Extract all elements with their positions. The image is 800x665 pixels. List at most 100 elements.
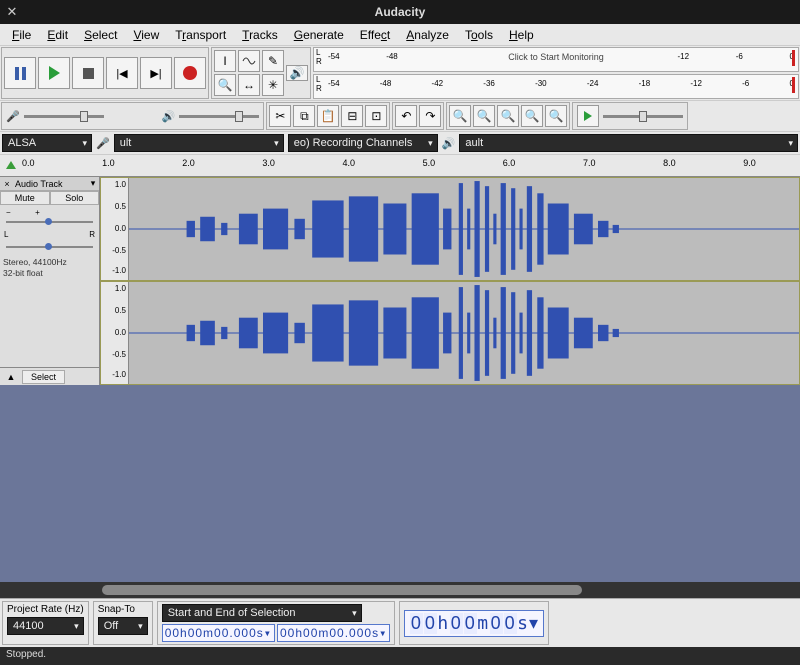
zoom-in-button[interactable]: 🔍 xyxy=(449,105,471,127)
track-name[interactable]: Audio Track xyxy=(13,179,88,189)
pin-icon[interactable] xyxy=(0,155,22,176)
undo-button[interactable]: ↶ xyxy=(395,105,417,127)
toolbar-row-1: |◀ ▶| I ✎ 🔊 🔍 ↔ ✳ LR -54-48-12-60 Click … xyxy=(0,46,800,101)
selection-toolbar: Project Rate (Hz) 44100 Snap-To Off Star… xyxy=(0,598,800,647)
menu-help[interactable]: Help xyxy=(501,26,542,44)
track-menu-button[interactable]: ▾ xyxy=(88,178,98,189)
audio-position[interactable]: 00 h 00 m 00 s ▾ xyxy=(404,610,544,637)
peak-indicator xyxy=(792,50,795,66)
undo-toolbar: ↶ ↷ xyxy=(392,102,444,130)
recording-volume: 🎤 🔊 xyxy=(1,102,264,130)
mic-icon: 🎤 xyxy=(96,137,110,150)
playback-speed-slider[interactable] xyxy=(603,115,683,118)
waveform-left[interactable] xyxy=(129,178,799,280)
track-collapse-button[interactable]: ▲ xyxy=(0,372,22,382)
edit-toolbar: ✂ ⧉ 📋 ⊟ ⊡ xyxy=(266,102,390,130)
track-select-button[interactable]: Select xyxy=(22,370,65,384)
zoom-toggle-button[interactable]: 🔍 xyxy=(545,105,567,127)
pan-slider[interactable] xyxy=(0,239,99,255)
stop-button[interactable] xyxy=(72,57,104,89)
device-toolbar: ALSA 🎤 ult eo) Recording Channels 🔊 ault xyxy=(0,132,800,155)
menu-transport[interactable]: Transport xyxy=(167,26,234,44)
snap-to-group: Snap-To Off xyxy=(93,601,153,645)
horizontal-scrollbar[interactable] xyxy=(0,582,800,598)
menu-file[interactable]: File xyxy=(4,26,39,44)
gain-slider[interactable]: − + xyxy=(0,205,99,230)
fit-selection-button[interactable]: 🔍 xyxy=(497,105,519,127)
selection-mode-dropdown[interactable]: Start and End of Selection xyxy=(162,604,362,622)
selection-end-time[interactable]: 00h00m00.000s▾ xyxy=(277,624,390,642)
project-rate-group: Project Rate (Hz) 44100 xyxy=(2,601,89,645)
menu-generate[interactable]: Generate xyxy=(286,26,352,44)
selection-start-time[interactable]: 00h00m00.000s▾ xyxy=(162,624,275,642)
window-title: Audacity xyxy=(0,5,800,19)
zoom-tool[interactable]: 🔍 xyxy=(214,74,236,96)
track-channel-right: 1.0 0.5 0.0 -0.5 -1.0 xyxy=(100,281,800,385)
play-at-speed-button[interactable] xyxy=(577,105,599,127)
toolbar-row-2: 🎤 🔊 ✂ ⧉ 📋 ⊟ ⊡ ↶ ↷ 🔍 🔍 🔍 🔍 🔍 xyxy=(0,101,800,132)
titlebar: ✕ Audacity xyxy=(0,0,800,24)
meter-lr-label: LR xyxy=(316,48,322,66)
menu-view[interactable]: View xyxy=(125,26,167,44)
track-channel-left: 1.0 0.5 0.0 -0.5 -1.0 xyxy=(100,177,800,281)
menu-tools[interactable]: Tools xyxy=(457,26,501,44)
vertical-scale[interactable]: 1.0 0.5 0.0 -0.5 -1.0 xyxy=(101,178,129,280)
audio-position-group: 00 h 00 m 00 s ▾ xyxy=(399,601,549,645)
menubar: File Edit Select View Transport Tracks G… xyxy=(0,24,800,46)
timeline-ruler[interactable]: 0.0 1.0 2.0 3.0 4.0 5.0 6.0 7.0 8.0 9.0 xyxy=(0,155,800,177)
recording-channels-dropdown[interactable]: eo) Recording Channels xyxy=(288,134,438,152)
playback-meter[interactable]: LR -54-48-42-36-30-24-18-12-60 xyxy=(313,74,799,99)
recording-device-dropdown[interactable]: ult xyxy=(114,134,284,152)
selection-tool[interactable]: I xyxy=(214,50,236,72)
monitoring-hint: Click to Start Monitoring xyxy=(508,52,604,62)
zoom-toolbar: 🔍 🔍 🔍 🔍 🔍 xyxy=(446,102,570,130)
zoom-out-button[interactable]: 🔍 xyxy=(473,105,495,127)
track-close-button[interactable]: × xyxy=(1,179,13,189)
skip-end-button[interactable]: ▶| xyxy=(140,57,172,89)
audio-host-dropdown[interactable]: ALSA xyxy=(2,134,92,152)
menu-edit[interactable]: Edit xyxy=(39,26,76,44)
menu-analyze[interactable]: Analyze xyxy=(398,26,457,44)
track-format-info: Stereo, 44100Hz 32-bit float xyxy=(0,255,99,281)
snap-to-label: Snap-To xyxy=(98,604,148,615)
redo-button[interactable]: ↷ xyxy=(419,105,441,127)
speaker-icon: 🔊 xyxy=(442,137,456,150)
rec-volume-slider[interactable] xyxy=(24,115,104,118)
close-icon[interactable]: ✕ xyxy=(0,4,24,20)
tracks-area: × Audio Track ▾ Mute Solo − + LR Stereo,… xyxy=(0,177,800,582)
paste-button[interactable]: 📋 xyxy=(317,105,339,127)
waveform-right[interactable] xyxy=(129,282,799,384)
playback-device-dropdown[interactable]: ault xyxy=(459,134,798,152)
project-rate-label: Project Rate (Hz) xyxy=(7,604,84,615)
tools-toolbar: I ✎ 🔊 🔍 ↔ ✳ xyxy=(211,47,311,99)
status-bar: Stopped. xyxy=(0,647,800,665)
multi-tool[interactable]: ✳ xyxy=(262,74,284,96)
play-button[interactable] xyxy=(38,57,70,89)
menu-tracks[interactable]: Tracks xyxy=(234,26,286,44)
track-control-panel: × Audio Track ▾ Mute Solo − + LR Stereo,… xyxy=(0,177,100,385)
play-volume-slider[interactable] xyxy=(179,115,259,118)
speaker-icon: 🔊 xyxy=(162,110,176,123)
trim-button[interactable]: ⊟ xyxy=(341,105,363,127)
snap-to-dropdown[interactable]: Off xyxy=(98,617,148,635)
mute-button[interactable]: Mute xyxy=(0,191,50,205)
pause-button[interactable] xyxy=(4,57,36,89)
project-rate-dropdown[interactable]: 44100 xyxy=(7,617,84,635)
silence-button[interactable]: ⊡ xyxy=(365,105,387,127)
selection-group: Start and End of Selection 00h00m00.000s… xyxy=(157,601,396,645)
solo-button[interactable]: Solo xyxy=(50,191,100,205)
menu-effect[interactable]: Effect xyxy=(352,26,398,44)
timeshift-tool[interactable]: ↔ xyxy=(238,74,260,96)
speaker-icon[interactable]: 🔊 xyxy=(286,65,308,81)
skip-start-button[interactable]: |◀ xyxy=(106,57,138,89)
pan-labels: LR xyxy=(0,230,99,239)
menu-select[interactable]: Select xyxy=(76,26,125,44)
fit-project-button[interactable]: 🔍 xyxy=(521,105,543,127)
play-at-speed xyxy=(572,102,688,130)
record-button[interactable] xyxy=(174,57,206,89)
recording-meter[interactable]: LR -54-48-12-60 Click to Start Monitorin… xyxy=(313,47,799,72)
envelope-tool[interactable] xyxy=(238,50,260,72)
draw-tool[interactable]: ✎ xyxy=(262,50,284,72)
cut-button[interactable]: ✂ xyxy=(269,105,291,127)
copy-button[interactable]: ⧉ xyxy=(293,105,315,127)
